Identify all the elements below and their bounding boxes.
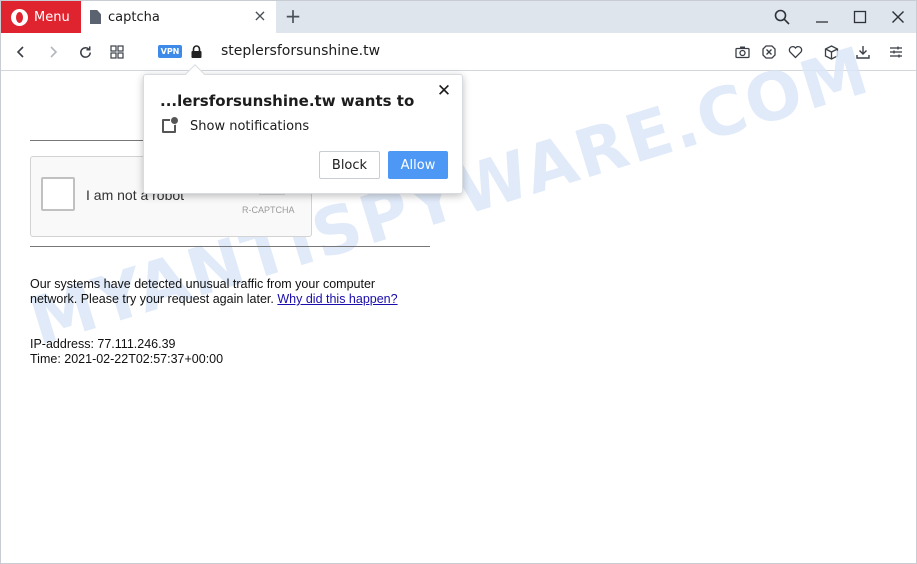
vpn-badge[interactable]: VPN [158, 45, 182, 58]
notification-icon [162, 116, 179, 133]
message-line-2: network. Please try your request again l… [30, 292, 398, 307]
message-line-2-text: network. Please try your request again l… [30, 292, 274, 306]
close-icon [892, 11, 904, 23]
heart-icon [788, 45, 802, 59]
browser-window: Menu captcha × + VPN steplersforsunshine… [0, 0, 917, 564]
allow-button[interactable]: Allow [388, 151, 448, 179]
sliders-icon [890, 46, 902, 58]
forward-button[interactable] [42, 41, 64, 63]
adblock-button[interactable] [758, 41, 780, 63]
minimize-icon [816, 21, 828, 23]
tab-captcha[interactable]: captcha × [81, 1, 276, 33]
opera-menu-button[interactable]: Menu [1, 1, 81, 33]
menu-label: Menu [34, 9, 70, 25]
extensions-button[interactable] [820, 41, 842, 63]
tab-title: captcha [108, 9, 160, 25]
traffic-message: Our systems have detected unusual traffi… [30, 277, 398, 307]
close-window-button[interactable] [881, 1, 915, 33]
arrow-right-icon [50, 46, 58, 58]
camera-icon [734, 46, 750, 59]
permission-label: Show notifications [190, 119, 310, 134]
search-icon [774, 9, 790, 25]
request-details: IP-address: 77.111.246.39 Time: 2021-02-… [30, 337, 223, 367]
download-icon [856, 46, 870, 59]
bottom-divider [30, 246, 430, 247]
maximize-icon [853, 10, 867, 24]
new-tab-button[interactable]: + [283, 5, 303, 27]
ip-address: IP-address: 77.111.246.39 [30, 337, 176, 351]
easy-setup-button[interactable] [885, 41, 907, 63]
opera-logo-icon [11, 8, 28, 26]
search-tabs-button[interactable] [765, 1, 799, 33]
document-icon [90, 10, 101, 24]
address-bar-url[interactable]: steplersforsunshine.tw [221, 43, 380, 59]
message-line-1: Our systems have detected unusual traffi… [30, 277, 376, 291]
snapshot-button[interactable] [731, 41, 753, 63]
tab-close-icon[interactable]: × [252, 8, 268, 24]
block-button[interactable]: Block [319, 151, 380, 179]
why-link[interactable]: Why did this happen? [277, 292, 397, 306]
minimize-button[interactable] [805, 1, 839, 33]
popup-title: ...lersforsunshine.tw wants to [160, 92, 415, 110]
cube-icon [824, 44, 838, 60]
captcha-checkbox[interactable] [41, 177, 75, 211]
downloads-button[interactable] [852, 41, 874, 63]
lock-icon[interactable] [191, 45, 202, 58]
address-toolbar: VPN steplersforsunshine.tw [1, 33, 916, 71]
arrow-left-icon [16, 46, 24, 58]
timestamp: Time: 2021-02-22T02:57:37+00:00 [30, 352, 224, 366]
captcha-brand: R-CAPTCHA [242, 205, 295, 215]
reload-button[interactable] [74, 41, 96, 63]
popup-close-icon[interactable]: ✕ [436, 83, 452, 100]
back-button[interactable] [10, 41, 32, 63]
notification-permission-popup: ...lersforsunshine.tw wants to ✕ Show no… [143, 64, 463, 194]
tab-strip: Menu captcha × + [1, 1, 916, 33]
speed-dial-button[interactable] [106, 41, 128, 63]
reload-icon [79, 45, 91, 58]
grid-icon [110, 45, 124, 59]
shield-icon [762, 45, 776, 59]
maximize-button[interactable] [843, 1, 877, 33]
bookmark-button[interactable] [784, 41, 806, 63]
